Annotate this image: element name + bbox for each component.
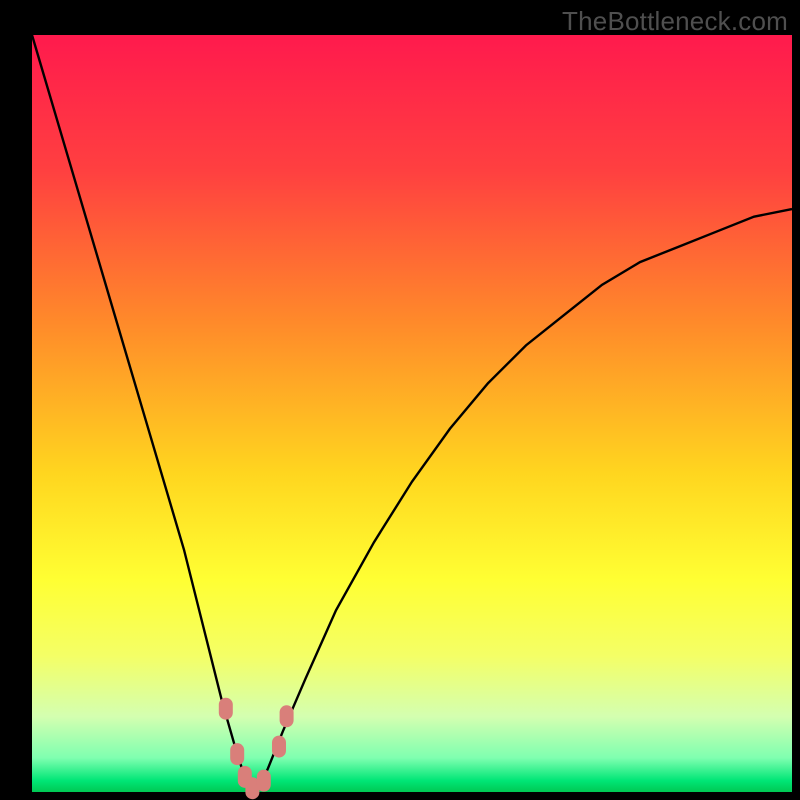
watermark-text: TheBottleneck.com [562, 6, 788, 37]
valley-marker-left-1 [219, 698, 233, 720]
valley-marker-right-1 [257, 770, 271, 792]
bottleneck-chart [0, 0, 800, 800]
plot-background [32, 35, 792, 792]
valley-marker-left-2 [230, 743, 244, 765]
chart-frame: TheBottleneck.com [0, 0, 800, 800]
valley-marker-right-2 [272, 736, 286, 758]
valley-marker-right-3 [280, 705, 294, 727]
